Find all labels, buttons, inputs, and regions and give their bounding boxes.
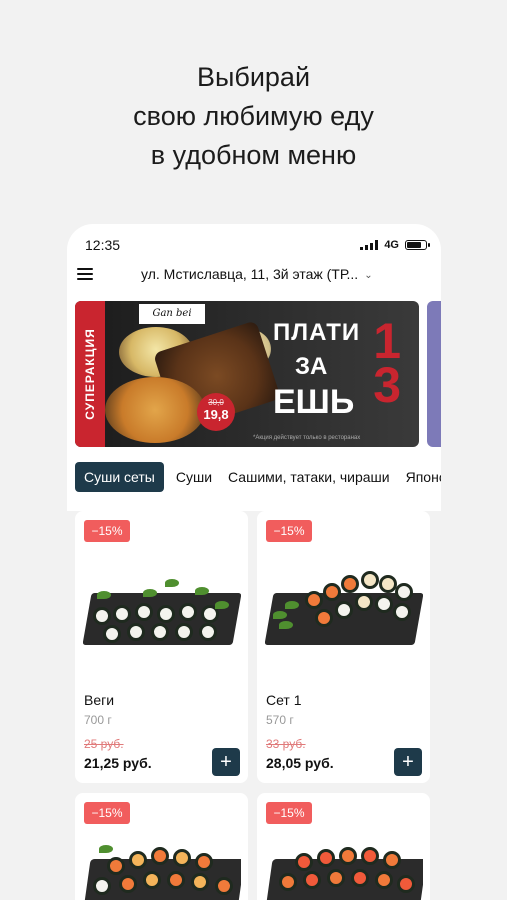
promo-line-1: ПЛАТИ [273, 319, 361, 346]
next-banner-peek[interactable] [427, 301, 441, 447]
chevron-down-icon: ⌄ [364, 270, 373, 281]
promo-line-2: ЗА [295, 353, 328, 380]
tab-sushi[interactable]: Суши [172, 462, 216, 492]
product-card-set-1[interactable]: −15% Сет 1 570 г 33 руб. 28,05 руб. + [257, 511, 430, 783]
discount-badge: −15% [84, 520, 130, 542]
battery-icon [405, 240, 430, 250]
product-old-price: 33 руб. [266, 737, 306, 751]
status-time: 12:35 [85, 237, 121, 253]
signal-icon [360, 240, 379, 250]
promo-side-strip: СУПЕРАКЦИЯ [75, 301, 105, 447]
product-card-vegi[interactable]: −15% Веги 700 г 25 руб. 21,25 руб. + [75, 511, 248, 783]
product-old-price: 25 руб. [84, 737, 124, 751]
address-text: ул. Мстиславца, 11, 3й этаж (ТР... [141, 266, 359, 282]
product-price: 28,05 руб. [266, 755, 334, 771]
discount-badge: −15% [266, 520, 312, 542]
promo-note: *Акция действует только в ресторанах [253, 435, 361, 441]
price-badge: 30,0 19,8 [197, 393, 235, 431]
discount-badge: −15% [84, 802, 130, 824]
tab-sashimi[interactable]: Сашими, татаки, чираши [224, 462, 394, 492]
product-image [265, 835, 423, 900]
restaurant-logo: Gan bei [139, 304, 205, 324]
app-bar: ул. Мстиславца, 11, 3й этаж (ТР... ⌄ [67, 264, 441, 286]
add-to-cart-button[interactable]: + [212, 748, 240, 776]
phone-screen: 12:35 4G ул. Мстиславца, 11, 3й этаж (ТР… [67, 224, 441, 900]
headline-line-2: свою любимую еду [133, 101, 374, 131]
tab-japanese[interactable]: Японс [402, 462, 441, 492]
tab-sushi-sets[interactable]: Суши сеты [75, 462, 164, 492]
product-card-3[interactable]: −15% [75, 793, 248, 900]
promo-line-3: ЕШЬ [273, 383, 355, 421]
hamburger-icon[interactable] [77, 268, 93, 280]
headline-line-1: Выбирай [196, 62, 311, 92]
promo-banner[interactable]: СУПЕРАКЦИЯ Gan bei 30,0 19,8 ПЛАТИ ЗА ЕШ… [75, 301, 419, 447]
add-to-cart-button[interactable]: + [394, 748, 422, 776]
product-name: Сет 1 [266, 692, 302, 708]
network-type: 4G [384, 239, 399, 251]
status-bar: 12:35 4G [85, 236, 430, 254]
price-badge-old: 30,0 [208, 398, 224, 407]
promo-side-label: СУПЕРАКЦИЯ [83, 328, 97, 420]
product-price: 21,25 руб. [84, 755, 152, 771]
promo-number-2: 3 [373, 357, 401, 413]
product-grid: −15% Веги 700 г 25 руб. 21,25 руб. + −15… [67, 511, 441, 900]
discount-badge: −15% [266, 802, 312, 824]
product-name: Веги [84, 692, 115, 708]
category-tabs: Суши сеты Суши Сашими, татаки, чираши Яп… [75, 462, 441, 492]
promo-numbers: 1 3 [373, 316, 401, 413]
product-image [83, 835, 241, 900]
product-weight: 570 г [266, 713, 294, 727]
product-image [265, 561, 423, 649]
product-image [83, 561, 241, 649]
product-card-4[interactable]: −15% [257, 793, 430, 900]
headline: Выбирай свою любимую еду в удобном меню [0, 58, 507, 175]
headline-line-3: в удобном меню [150, 140, 357, 170]
food-plate-image [105, 377, 205, 443]
promo-text: ПЛАТИ ЗА ЕШЬ [273, 319, 360, 422]
address-selector[interactable]: ул. Мстиславца, 11, 3й этаж (ТР... ⌄ [141, 266, 373, 282]
price-badge-new: 19,8 [203, 407, 229, 422]
status-indicators: 4G [360, 239, 430, 251]
product-weight: 700 г [84, 713, 112, 727]
